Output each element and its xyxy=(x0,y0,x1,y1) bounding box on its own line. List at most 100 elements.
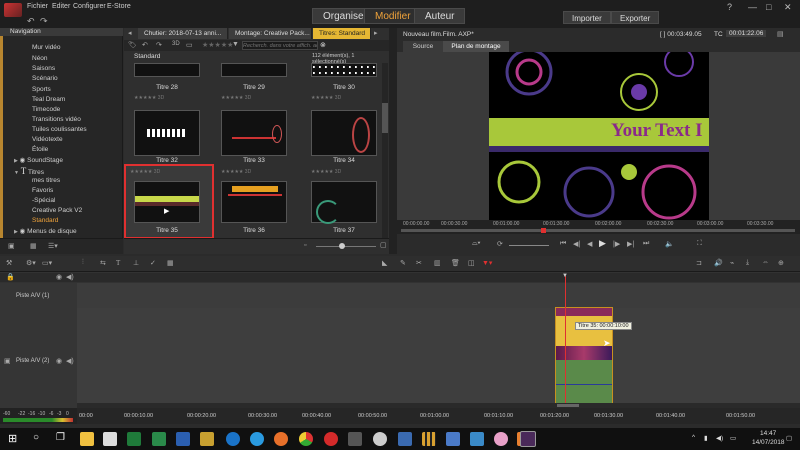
zoom-out-icon[interactable]: ▫ xyxy=(304,242,306,249)
firefox-icon[interactable] xyxy=(274,432,288,446)
redo-icon[interactable]: ↷ xyxy=(40,16,48,27)
close-icon[interactable]: ✕ xyxy=(784,2,792,13)
expand-icon[interactable]: ▶ xyxy=(14,229,18,235)
rating-stars-icon[interactable]: ★★★★★ 3D xyxy=(311,169,341,175)
volume-toggle-icon[interactable]: 🔊 xyxy=(714,259,723,267)
tray-arrow-icon[interactable]: ^ xyxy=(692,434,695,441)
settings-icon[interactable]: ⚙▾ xyxy=(26,259,36,267)
rating-stars-icon[interactable]: ★★★★★ 3D xyxy=(130,169,160,175)
track-av-2[interactable] xyxy=(0,308,800,408)
menu-fichier[interactable]: Fichier xyxy=(27,3,48,10)
tab-plan-de-montage[interactable]: Plan de montage xyxy=(443,41,509,52)
expand-icon[interactable]: ▶ xyxy=(14,158,18,164)
rating-filter-stars-icon[interactable]: ★★★★★ xyxy=(202,41,233,49)
loop-icon[interactable]: ⟳ xyxy=(497,240,503,248)
snapshot-icon[interactable]: ◫ xyxy=(468,259,475,267)
sidebar-item-sports[interactable]: Sports xyxy=(32,86,51,93)
split-icon[interactable]: ⊥ xyxy=(133,259,139,267)
menu-estore[interactable]: E-Store xyxy=(107,3,131,10)
play-button-icon[interactable]: ▶ xyxy=(599,238,606,249)
marker-add-icon[interactable]: ▼▾ xyxy=(482,259,492,267)
opera-icon[interactable] xyxy=(324,432,338,446)
insert-mode-icon[interactable]: ⤓ xyxy=(746,259,749,267)
clear-search-icon[interactable]: ⊗ xyxy=(320,41,326,49)
menu-configurer[interactable]: Configurer xyxy=(73,3,106,10)
thumb-titre-28[interactable] xyxy=(134,63,200,77)
task-view-icon[interactable]: ❐ xyxy=(56,432,65,443)
track-lock-icon[interactable]: ▣ xyxy=(4,357,11,365)
sidebar-item-neon[interactable]: Néon xyxy=(32,55,48,62)
windows-start-icon[interactable]: ⊞ xyxy=(8,432,17,445)
glasses-3d-icon[interactable]: ⌓▾ xyxy=(472,240,480,248)
notifications-icon[interactable]: ▢ xyxy=(786,434,792,442)
thumb-titre-37[interactable] xyxy=(311,181,377,224)
mode-modifier-button[interactable]: Modifier xyxy=(364,8,422,24)
mode-auteur-button[interactable]: Auteur xyxy=(414,8,466,24)
calculator-icon[interactable] xyxy=(348,432,362,446)
volume-icon[interactable]: 🔈 xyxy=(665,240,674,248)
explorer-icon[interactable] xyxy=(200,432,214,446)
lock-icon[interactable]: 🔒 xyxy=(6,273,15,281)
menu-editer[interactable]: Editer xyxy=(52,3,70,10)
export-button[interactable]: Exporter xyxy=(611,11,660,24)
import-button[interactable]: Importer xyxy=(563,11,611,24)
volume-tray-icon[interactable]: ◀) xyxy=(716,434,723,442)
clock-date[interactable]: 14/07/2018 xyxy=(752,439,785,446)
thumb-titre-32[interactable] xyxy=(134,110,200,156)
store-icon[interactable] xyxy=(80,432,94,446)
tab-chutier[interactable]: Chutier: 2018-07-13 anni... xyxy=(138,28,228,39)
track-av-1[interactable] xyxy=(0,283,800,308)
thumb-titre-36[interactable] xyxy=(221,181,287,223)
library-app-icon[interactable] xyxy=(422,432,436,446)
thumb-titre-35[interactable]: ▶ xyxy=(134,181,200,223)
scrollbar-thumb[interactable] xyxy=(557,404,579,407)
magnet-icon[interactable]: ⊐ xyxy=(696,259,702,267)
speaker-icon[interactable]: ◀) xyxy=(66,357,74,365)
undo-filter-icon[interactable]: ↶ xyxy=(142,41,148,49)
thumb-titre-34[interactable] xyxy=(311,110,377,156)
thumb-titre-33[interactable] xyxy=(221,110,287,156)
slider-handle[interactable] xyxy=(339,243,345,249)
filter-3d-button[interactable]: 3D xyxy=(172,41,180,47)
sidebar-item-standard[interactable]: Standard xyxy=(32,217,58,224)
undo-icon[interactable]: ↶ xyxy=(27,16,35,27)
eye-icon[interactable]: ◉ xyxy=(56,357,62,365)
search-icon[interactable]: ○ xyxy=(33,432,39,443)
chrome-icon[interactable] xyxy=(299,432,313,446)
excel-icon[interactable] xyxy=(127,432,141,446)
go-end-icon[interactable]: ⏭ xyxy=(643,240,649,248)
storyboard-icon[interactable]: ▭▾ xyxy=(42,259,52,267)
zoom-in-icon[interactable]: ▢ xyxy=(380,241,387,249)
game-icon[interactable] xyxy=(494,432,508,446)
player-ruler[interactable]: 00:00:00.00 00:00:30.00 00:01:00.00 00:0… xyxy=(397,220,800,234)
tab-montage[interactable]: Montage: Creative Pack... xyxy=(229,28,312,39)
list-view-icon[interactable]: ☰▾ xyxy=(48,242,58,250)
grid-icon[interactable]: ▦ xyxy=(167,259,174,267)
fullscreen-icon[interactable]: ⛶ xyxy=(697,240,702,248)
mail-icon[interactable] xyxy=(103,432,117,446)
shuttle-slider[interactable] xyxy=(509,245,549,246)
sidebar-item-mur-video[interactable]: Mur vidéo xyxy=(32,44,61,51)
thumb-titre-29[interactable] xyxy=(221,63,287,77)
rewind-icon[interactable]: ◀ xyxy=(587,240,592,248)
title-tool-icon[interactable]: T xyxy=(116,259,120,267)
timecode-display[interactable]: 00:01:22.06 xyxy=(726,30,767,37)
help-icon[interactable]: ? xyxy=(727,2,732,12)
grid-view-icon[interactable]: ▦ xyxy=(30,242,37,250)
splitter[interactable] xyxy=(389,28,397,254)
sidebar-item-tuiles-coulissantes[interactable]: Tuiles coulissantes xyxy=(32,126,87,133)
maximize-icon[interactable]: □ xyxy=(766,2,771,12)
tag-icon[interactable]: 🏷 xyxy=(128,41,137,49)
edit-icon[interactable]: ✎ xyxy=(400,259,406,267)
sidebar-item-mes-titres[interactable]: mes titres xyxy=(32,177,60,184)
sidebar-item-soundstage[interactable]: ▶ ◉ SoundStage xyxy=(14,156,63,164)
app2-icon[interactable] xyxy=(470,432,484,446)
rating-stars-icon[interactable]: ★★★★★ 3D xyxy=(134,95,164,101)
panel-icon[interactable]: ▣ xyxy=(8,242,15,250)
scrub-bar[interactable] xyxy=(401,229,795,232)
sidebar-item-special[interactable]: -Spécial xyxy=(32,197,55,204)
tab-menu-icon[interactable]: ▸ xyxy=(374,29,378,37)
sidebar-item-creative-pack[interactable]: Creative Pack V2 xyxy=(32,207,82,214)
link-icon[interactable]: ⌁ xyxy=(730,259,734,267)
sidebar-item-videotexte[interactable]: Vidéotexte xyxy=(32,136,63,143)
